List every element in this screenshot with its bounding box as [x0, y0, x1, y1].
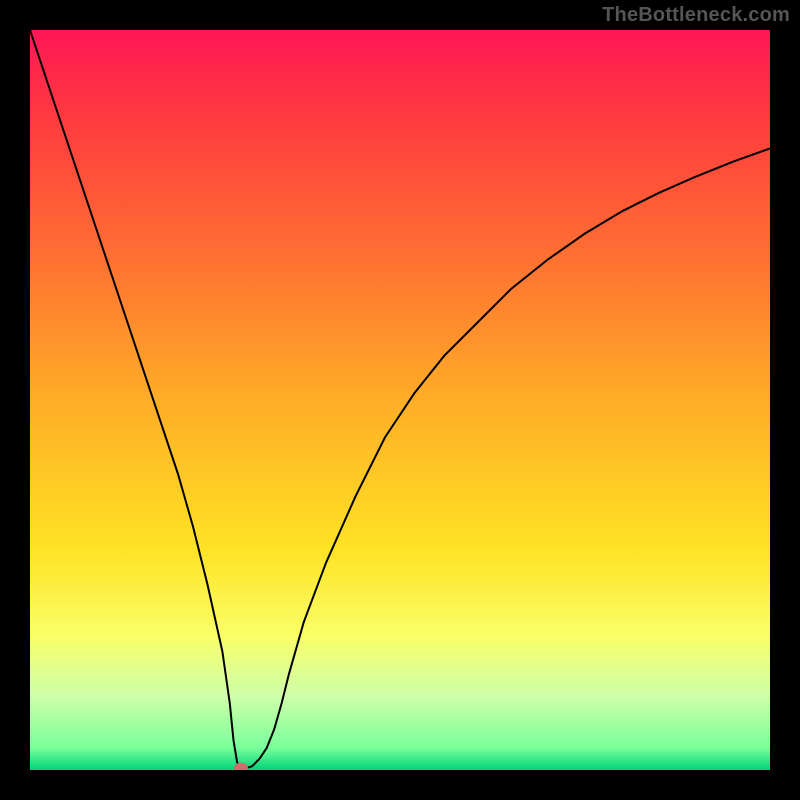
plot-area	[30, 30, 770, 770]
chart-svg	[30, 30, 770, 770]
watermark-text: TheBottleneck.com	[602, 4, 790, 27]
chart-frame: TheBottleneck.com	[0, 0, 800, 800]
gradient-background	[30, 30, 770, 770]
